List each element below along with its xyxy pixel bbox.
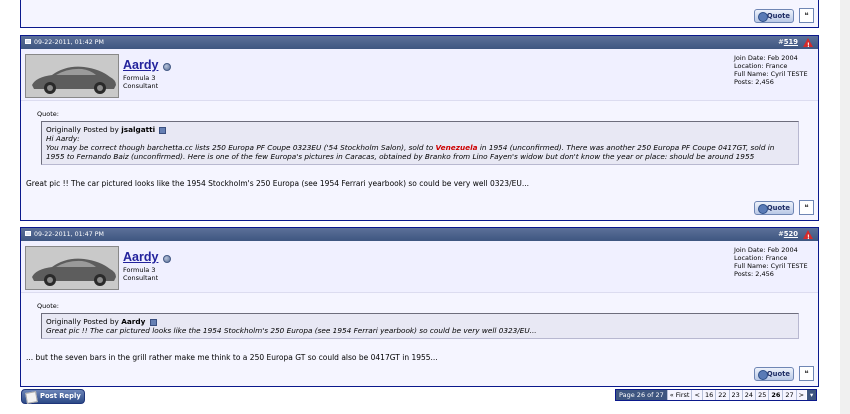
- page-menu-dropdown-icon[interactable]: ▾: [806, 390, 817, 400]
- user-title-line1: Formula 3: [123, 266, 156, 274]
- user-stats: Join Date: Feb 2004 Location: France Ful…: [734, 54, 814, 86]
- quote-label: Quote:: [37, 110, 59, 118]
- page-first-link[interactable]: « First: [666, 390, 692, 400]
- join-date: Join Date: Feb 2004: [734, 246, 798, 254]
- user-stats: Join Date: Feb 2004 Location: France Ful…: [734, 246, 814, 278]
- post-number: 520: [783, 230, 798, 238]
- post-count: Posts: 2,456: [734, 78, 774, 86]
- user-title: Formula 3 Consultant: [123, 266, 158, 282]
- post-reply-button[interactable]: Post Reply: [21, 389, 85, 404]
- post-message: ... but the seven bars in the grill rath…: [26, 353, 438, 362]
- post-date-icon: [25, 39, 31, 44]
- post-reply-label: Post Reply: [40, 392, 81, 400]
- quote-by-prefix: Originally Posted by: [46, 317, 119, 326]
- quote-button-label: Quote: [766, 204, 790, 212]
- user-title: Formula 3 Consultant: [123, 74, 158, 90]
- quote-box: Originally Posted by Aardy Great pic !! …: [41, 313, 799, 339]
- post-date-icon: [25, 231, 31, 236]
- user-title-line1: Formula 3: [123, 74, 156, 82]
- post-count: Posts: 2,456: [734, 270, 774, 278]
- join-date: Join Date: Feb 2004: [734, 54, 798, 62]
- quote-button-label: Quote: [766, 370, 790, 378]
- multi-quote-button[interactable]: ❝: [799, 8, 814, 23]
- username-link[interactable]: Aardy: [123, 250, 158, 264]
- quote-button[interactable]: Quote: [754, 201, 794, 215]
- page-link[interactable]: 25: [755, 390, 768, 400]
- post-user-info: Aardy Formula 3 Consultant Join Date: Fe…: [21, 49, 818, 101]
- post-header: 09-22-2011, 01:42 PM #519: [21, 36, 818, 52]
- post-date: 09-22-2011, 01:47 PM: [34, 231, 104, 238]
- page-label: Page 26 of 27: [616, 390, 667, 400]
- online-status-icon: [163, 63, 171, 71]
- quote-button[interactable]: Quote: [754, 9, 794, 23]
- post-message: Great pic !! The car pictured looks like…: [26, 179, 529, 188]
- multi-quote-icon: ❝: [804, 203, 809, 212]
- quote-by-prefix: Originally Posted by: [46, 125, 119, 134]
- post-user-info: Aardy Formula 3 Consultant Join Date: Fe…: [21, 241, 818, 293]
- multi-quote-button[interactable]: ❝: [799, 200, 814, 215]
- quote-attribution: Originally Posted by jsalgatti: [46, 125, 794, 134]
- quote-author: Aardy: [121, 317, 146, 326]
- username-link[interactable]: Aardy: [123, 58, 158, 72]
- post-button-row: Quote ❝: [21, 7, 818, 25]
- post-body: Quote: Originally Posted by Aardy Great …: [21, 293, 818, 368]
- quote-button-label: Quote: [766, 12, 790, 20]
- avatar: [25, 246, 119, 290]
- car-avatar-image: [26, 55, 118, 97]
- post-date: 09-22-2011, 01:42 PM: [34, 39, 104, 46]
- quote-attribution: Originally Posted by Aardy: [46, 317, 794, 326]
- multi-quote-icon: ❝: [804, 11, 809, 20]
- post-520: 09-22-2011, 01:47 PM #520 Aardy Formula …: [20, 227, 819, 387]
- quote-highlight: Venezuela: [435, 143, 478, 152]
- quote-box: Originally Posted by jsalgatti Hi Aardy:…: [41, 121, 799, 165]
- page-link[interactable]: 23: [728, 390, 742, 400]
- post-number-link[interactable]: #520: [778, 228, 798, 241]
- location: Location: France: [734, 254, 788, 262]
- post-button-row: Quote ❝: [21, 365, 818, 383]
- post-header: 09-22-2011, 01:47 PM #520: [21, 228, 818, 244]
- quote-label: Quote:: [37, 302, 59, 310]
- post-519: 09-22-2011, 01:42 PM #519 Aardy Formula …: [20, 35, 819, 221]
- post-body: Quote: Originally Posted by jsalgatti Hi…: [21, 101, 818, 194]
- view-post-icon[interactable]: [149, 318, 157, 326]
- page-link[interactable]: 27: [782, 390, 795, 400]
- multi-quote-icon: ❝: [804, 369, 809, 378]
- quote-text-line1: Hi Aardy:: [46, 134, 80, 143]
- online-status-icon: [163, 255, 171, 263]
- page-link[interactable]: 24: [741, 390, 755, 400]
- post-button-row: Quote ❝: [21, 199, 818, 217]
- location: Location: France: [734, 62, 788, 70]
- page-current: 26: [768, 390, 782, 400]
- pagination: Page 26 of 27 « First < 16 22 23 24 25 2…: [615, 389, 818, 401]
- user-title-line2: Consultant: [123, 82, 159, 90]
- full-name: Full Name: Cyril TESTE: [734, 70, 808, 78]
- quote-text: Hi Aardy: You may be correct though barc…: [46, 134, 794, 161]
- view-post-icon[interactable]: [159, 126, 167, 134]
- multi-quote-button[interactable]: ❝: [799, 366, 814, 381]
- user-title-line2: Consultant: [123, 274, 159, 282]
- previous-post-tail: Quote ❝: [20, 0, 819, 28]
- full-name: Full Name: Cyril TESTE: [734, 262, 808, 270]
- page-link[interactable]: 22: [715, 390, 728, 400]
- page-prev-link[interactable]: <: [691, 390, 701, 400]
- report-post-icon[interactable]: [803, 230, 813, 244]
- quote-text-part2: You may be correct though barchetta.cc l…: [46, 143, 434, 152]
- scrollbar[interactable]: [840, 0, 850, 414]
- page-link[interactable]: 16: [701, 390, 715, 400]
- avatar: [25, 54, 119, 98]
- post-number: 519: [783, 38, 798, 46]
- quote-author: jsalgatti: [121, 125, 156, 134]
- page-next-link[interactable]: >: [795, 390, 806, 400]
- post-number-link[interactable]: #519: [778, 36, 798, 49]
- report-post-icon[interactable]: [803, 38, 813, 52]
- quote-button[interactable]: Quote: [754, 367, 794, 381]
- quote-text: Great pic !! The car pictured looks like…: [46, 326, 537, 335]
- car-avatar-image: [26, 247, 118, 289]
